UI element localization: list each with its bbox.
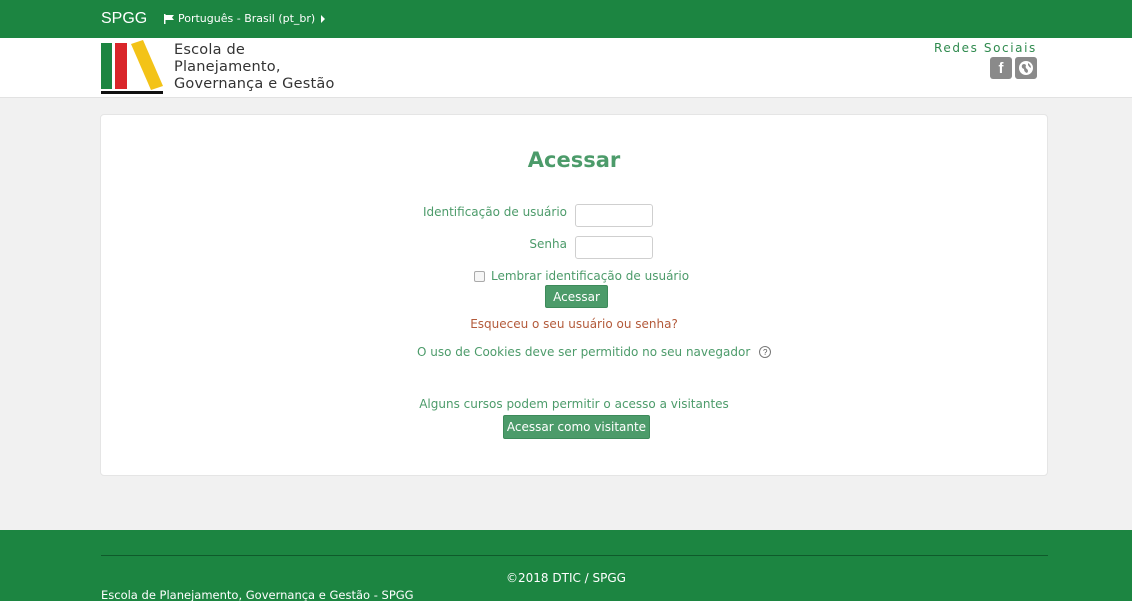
remember-username: Lembrar identificação de usuário [474,269,689,283]
caret-right-icon [321,15,326,23]
social-title: Redes Sociais [934,41,1037,55]
globe-icon[interactable] [1015,57,1037,79]
footer-divider [101,555,1048,556]
school-name-line-2: Planejamento, [174,59,281,75]
cookies-notice: O uso de Cookies deve ser permitido no s… [417,345,772,359]
password-label: Senha [529,237,567,251]
footer-site-name: Escola de Planejamento, Governança e Ges… [101,588,414,601]
site-header: Escola de Planejamento, Governança e Ges… [0,38,1132,98]
cookies-text: O uso de Cookies deve ser permitido no s… [417,345,751,359]
school-name-line-1: Escola de [174,42,246,58]
social-links: f [990,57,1037,79]
password-input[interactable] [575,236,653,259]
school-name-line-3: Governança e Gestão [174,76,335,92]
page-title: Acessar [527,148,621,172]
guest-login-button[interactable]: Acessar como visitante [503,415,650,439]
login-panel: Acessar Identificação de usuário Senha L… [100,114,1048,476]
remember-checkbox[interactable] [474,270,485,282]
top-navbar: SPGG Português - Brasil (pt_br) [0,0,1132,38]
username-label: Identificação de usuário [422,205,567,219]
footer-copyright: ©2018 DTIC / SPGG [506,571,626,585]
school-logo[interactable] [101,40,165,98]
username-input[interactable] [575,204,653,227]
school-name: Escola de Planejamento, Governança e Ges… [174,42,335,93]
facebook-icon[interactable]: f [990,57,1012,79]
forgot-password-link[interactable]: Esqueceu o seu usuário ou senha? [101,317,1047,331]
remember-label[interactable]: Lembrar identificação de usuário [491,269,689,283]
guest-access-text: Alguns cursos podem permitir o acesso a … [419,397,729,411]
language-menu[interactable]: Português - Brasil (pt_br) [164,12,326,26]
site-footer: ©2018 DTIC / SPGG Escola de Planejamento… [0,530,1132,601]
login-button[interactable]: Acessar [545,285,608,308]
brand-link[interactable]: SPGG [101,10,147,28]
flag-icon [164,14,175,24]
language-label: Português - Brasil (pt_br) [178,12,316,25]
help-icon[interactable]: ? [759,346,772,358]
